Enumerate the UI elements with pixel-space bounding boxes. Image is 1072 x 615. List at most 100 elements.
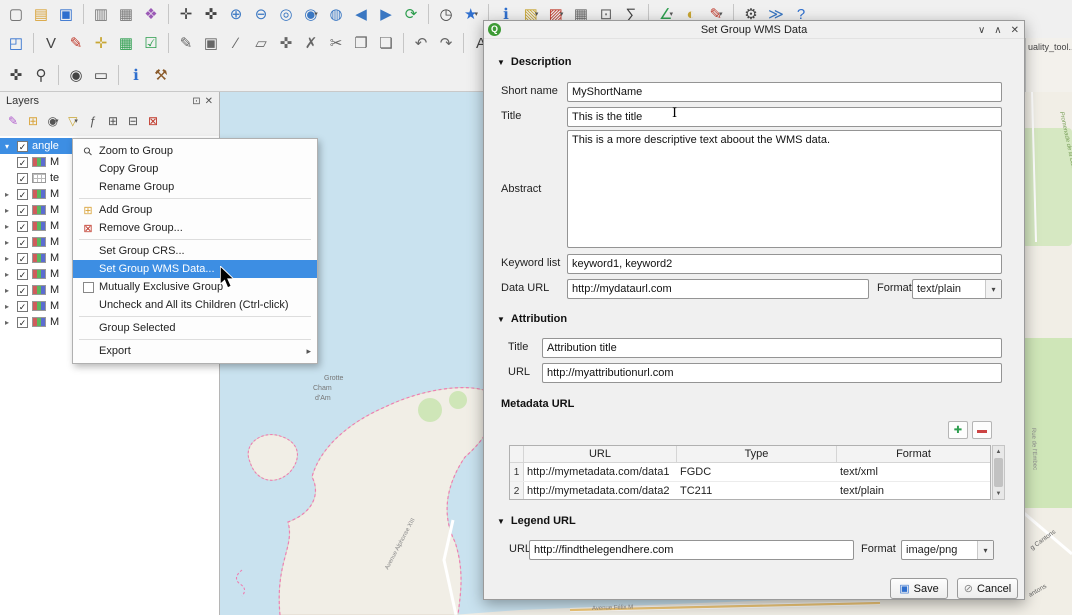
open-project[interactable]: ▤ xyxy=(29,2,53,26)
new-spatial-bookmark[interactable]: ★▾ xyxy=(459,2,483,26)
scroll-up-icon[interactable]: ▲ xyxy=(996,446,1002,457)
check-geometries[interactable]: ☑ xyxy=(139,31,163,55)
tree-caret-icon[interactable]: ▸ xyxy=(5,286,17,295)
redo[interactable]: ↷ xyxy=(434,31,458,55)
zoom-to-layer[interactable]: ◍ xyxy=(324,2,348,26)
panel-float-button[interactable]: ⊡ xyxy=(192,96,200,107)
digitize-with-pen[interactable]: ✎ xyxy=(64,31,88,55)
section-legend-url[interactable]: ▼ Legend URL xyxy=(497,515,576,527)
metadata-table-row[interactable]: 2http://mymetadata.com/data2TC211text/pl… xyxy=(510,482,990,500)
remove-metadata-row-button[interactable]: ▬ xyxy=(972,421,992,439)
layer-checkbox[interactable]: ✓ xyxy=(17,221,28,232)
raster-calculator[interactable]: ▦ xyxy=(114,31,138,55)
abstract-textarea[interactable]: This is a more descriptive text aboout t… xyxy=(567,130,1002,248)
title-input[interactable] xyxy=(567,107,1002,127)
menu-item[interactable]: Export▸ xyxy=(73,342,317,360)
layer-checkbox[interactable]: ✓ xyxy=(17,301,28,312)
layer-checkbox[interactable]: ✓ xyxy=(17,205,28,216)
chevron-down-icon[interactable]: ▾ xyxy=(985,280,1001,298)
toggle-editing[interactable]: ✎ xyxy=(174,31,198,55)
open-data-source-manager[interactable]: ◰ xyxy=(4,31,28,55)
attribution-title-input[interactable] xyxy=(542,338,1002,358)
pin-unpin-labels[interactable]: ⚲ xyxy=(29,63,53,87)
zoom-to-selection[interactable]: ◉▾ xyxy=(299,2,323,26)
paste-features[interactable]: ❏ xyxy=(374,31,398,55)
metadata-table-row[interactable]: 1http://mymetadata.com/data1FGDCtext/xml xyxy=(510,463,990,482)
menu-item[interactable]: Copy Group xyxy=(73,160,317,178)
add-group-button[interactable]: ⊞ xyxy=(24,112,42,130)
chevron-down-icon[interactable]: ▼ xyxy=(497,517,505,526)
digitize-line[interactable]: ∕ xyxy=(224,31,248,55)
tree-caret-icon[interactable]: ▸ xyxy=(5,302,17,311)
tree-caret-icon[interactable]: ▸ xyxy=(5,206,17,215)
layer-checkbox[interactable]: ✓ xyxy=(17,141,28,152)
layer-checkbox[interactable]: ✓ xyxy=(17,189,28,200)
dialog-close-icon[interactable]: ✕ xyxy=(1011,25,1019,36)
vertex-tool[interactable]: V xyxy=(39,31,63,55)
panel-close-button[interactable]: ✕ xyxy=(205,96,213,107)
metadata-table[interactable]: URL Type Format 1http://mymetadata.com/d… xyxy=(509,445,991,500)
data-url-format-select[interactable]: text/plain ▾ xyxy=(912,279,1002,299)
new-project[interactable]: ▢ xyxy=(4,2,28,26)
save-layer-edits[interactable]: ▣ xyxy=(199,31,223,55)
style-manager[interactable]: ❖ xyxy=(139,2,163,26)
keyword-list-input[interactable] xyxy=(567,254,1002,274)
copy-features[interactable]: ❐ xyxy=(349,31,373,55)
tree-caret-icon[interactable]: ▸ xyxy=(5,190,17,199)
expand-all[interactable]: ⊞ xyxy=(104,112,122,130)
menu-item[interactable]: Rename Group xyxy=(73,178,317,196)
save-project[interactable]: ▣ xyxy=(54,2,78,26)
menu-item[interactable]: Set Group WMS Data... xyxy=(73,260,317,278)
zoom-last[interactable]: ◀ xyxy=(349,2,373,26)
tree-caret-icon[interactable]: ▸ xyxy=(5,270,17,279)
layer-checkbox[interactable]: ✓ xyxy=(17,237,28,248)
collapse-all[interactable]: ⊟ xyxy=(124,112,142,130)
attribution-url-input[interactable] xyxy=(542,363,1002,383)
label-properties[interactable]: ▭ xyxy=(89,63,113,87)
layer-checkbox[interactable]: ✓ xyxy=(17,269,28,280)
remove-layer-group[interactable]: ⊠ xyxy=(144,112,162,130)
highlight-pinned-labels[interactable]: ◉ xyxy=(64,63,88,87)
move-feature[interactable]: ✜ xyxy=(274,31,298,55)
layer-checkbox[interactable]: ✓ xyxy=(17,157,28,168)
chevron-down-icon[interactable]: ▼ xyxy=(497,58,505,67)
layer-checkbox[interactable]: ✓ xyxy=(17,253,28,264)
tree-caret-icon[interactable]: ▸ xyxy=(5,238,17,247)
menu-item[interactable]: Uncheck and All its Children (Ctrl-click… xyxy=(73,296,317,314)
legend-url-input[interactable] xyxy=(529,540,854,560)
metadata-table-scrollbar[interactable]: ▲ ▼ xyxy=(992,445,1005,500)
layer-checkbox[interactable]: ✓ xyxy=(17,173,28,184)
tree-caret-icon[interactable]: ▸ xyxy=(5,254,17,263)
zoom-out[interactable]: ⊖ xyxy=(249,2,273,26)
dialog-titlebar[interactable]: Q Set Group WMS Data ∨ ∧ ✕ xyxy=(484,21,1024,39)
save-button[interactable]: ▣ Save xyxy=(890,578,948,599)
scroll-down-icon[interactable]: ▼ xyxy=(996,488,1002,499)
tree-caret-icon[interactable]: ▸ xyxy=(5,318,17,327)
menu-item[interactable]: Mutually Exclusive Group xyxy=(73,278,317,296)
cancel-button[interactable]: ⊘ Cancel xyxy=(957,578,1018,599)
filter-by-expression[interactable]: ƒ xyxy=(84,112,102,130)
chevron-down-icon[interactable]: ▾ xyxy=(977,541,993,559)
menu-item[interactable]: Set Group CRS... xyxy=(73,242,317,260)
pan-map[interactable]: ✛ xyxy=(174,2,198,26)
temporal-controller[interactable]: ◷ xyxy=(434,2,458,26)
open-layer-styling-panel[interactable]: ✎ xyxy=(4,112,22,130)
add-polygon-feature[interactable]: ▱ xyxy=(249,31,273,55)
metasearch[interactable]: ℹ xyxy=(124,63,148,87)
menu-item[interactable]: Group Selected xyxy=(73,319,317,337)
delete-selected[interactable]: ✗ xyxy=(299,31,323,55)
layer-checkbox[interactable]: ✓ xyxy=(17,285,28,296)
zoom-in[interactable]: ⊕ xyxy=(224,2,248,26)
dialog-expand-icon[interactable]: ∧ xyxy=(994,25,1001,36)
refresh-map[interactable]: ⟳ xyxy=(399,2,423,26)
move-label[interactable]: ✜ xyxy=(4,63,28,87)
checkbox-box[interactable] xyxy=(83,282,94,293)
manage-map-themes[interactable]: ◉▾ xyxy=(44,112,62,130)
scrollbar-thumb[interactable] xyxy=(994,458,1003,487)
pan-to-selection[interactable]: ✜ xyxy=(199,2,223,26)
zoom-full-extent[interactable]: ◎ xyxy=(274,2,298,26)
section-attribution[interactable]: ▼ Attribution xyxy=(497,313,567,325)
layer-checkbox[interactable]: ✓ xyxy=(17,317,28,328)
add-metadata-row-button[interactable]: ✚ xyxy=(948,421,968,439)
legend-format-select[interactable]: image/png ▾ xyxy=(901,540,994,560)
